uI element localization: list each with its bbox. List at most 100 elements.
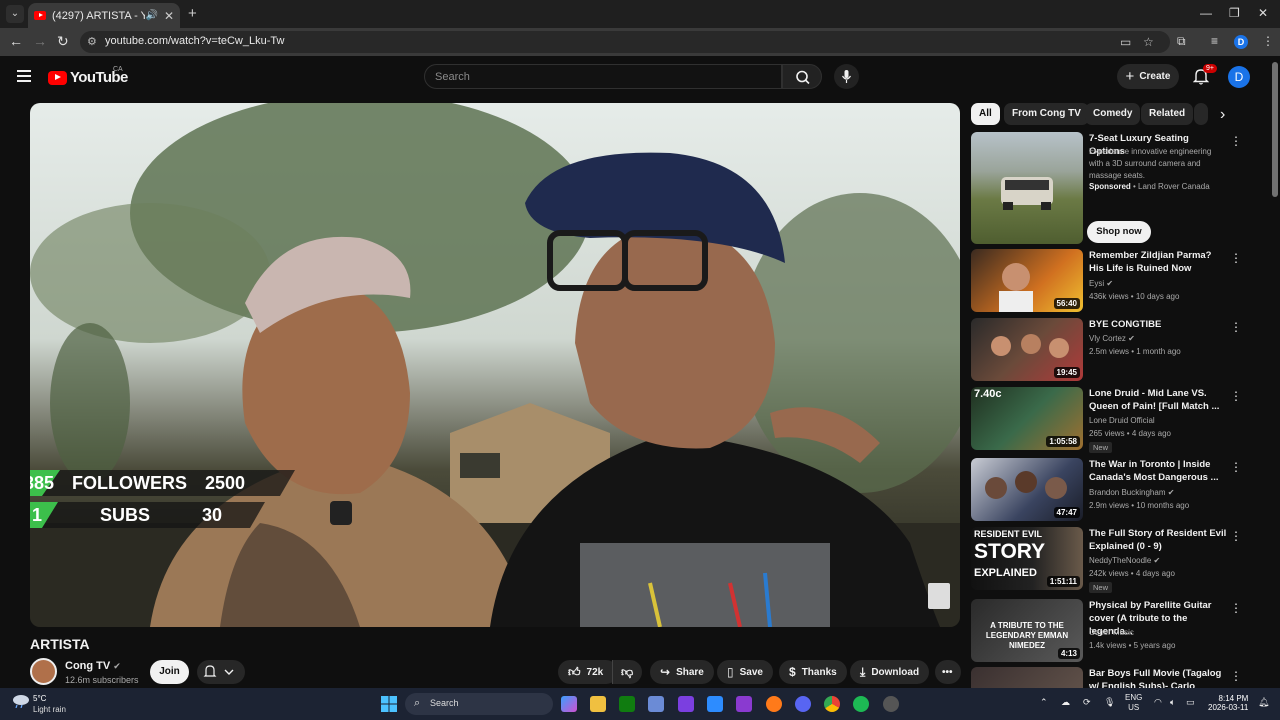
download-button[interactable]: ⤓ Download bbox=[850, 660, 930, 684]
firefox-icon[interactable] bbox=[766, 696, 782, 712]
chip-comedy[interactable]: Comedy bbox=[1085, 103, 1141, 125]
video-thumbnail[interactable] bbox=[971, 667, 1083, 688]
chrome-icon[interactable] bbox=[824, 696, 840, 712]
notification-center-icon[interactable]: 🔔︎ bbox=[1258, 697, 1269, 708]
proton-icon[interactable] bbox=[736, 696, 752, 712]
channel-name-text[interactable]: NeddyTheNoodle bbox=[1089, 556, 1151, 565]
video-title-link[interactable]: The War in Toronto | Inside Canada's Mos… bbox=[1089, 458, 1227, 484]
tray-app-icon[interactable]: ⟳ bbox=[1083, 697, 1091, 708]
voice-search-button[interactable] bbox=[834, 64, 859, 89]
media-controls-icon[interactable]: ≡ bbox=[1211, 34, 1218, 48]
video-thumbnail[interactable]: 47:47 bbox=[971, 458, 1083, 521]
tab-search-icon[interactable]: ⌄ bbox=[6, 5, 24, 23]
audio-playing-icon[interactable]: 🔊 bbox=[145, 10, 157, 21]
clock[interactable]: 8:14 PM 2026-03-11 bbox=[1208, 694, 1248, 712]
windows-start-icon[interactable] bbox=[381, 696, 397, 712]
more-vert-icon[interactable]: ⋮ bbox=[1230, 601, 1242, 615]
wifi-icon[interactable]: ◠ bbox=[1154, 697, 1162, 708]
cast-icon[interactable]: ▭ bbox=[1120, 35, 1131, 49]
channel-link[interactable]: Lone Druid Official bbox=[1089, 416, 1155, 425]
minimize-icon[interactable]: — bbox=[1200, 6, 1212, 20]
channel-name-text[interactable]: Brandon Buckingham bbox=[1089, 488, 1166, 497]
channel-link[interactable]: Vly Cortez ✔ bbox=[1089, 334, 1135, 343]
save-button[interactable]: ▯ Save bbox=[717, 660, 773, 684]
more-vert-icon[interactable]: ⋮ bbox=[1230, 529, 1242, 543]
video-title-link[interactable]: Remember Zildjian Parma? His Life is Rui… bbox=[1089, 249, 1227, 275]
discord-icon[interactable] bbox=[795, 696, 811, 712]
weather-temp[interactable]: 5°C bbox=[33, 694, 46, 703]
weather-desc[interactable]: Light rain bbox=[33, 705, 66, 714]
list-item[interactable]: A TRIBUTE TO THE LEGENDARY EMMAN NIMEDEZ… bbox=[971, 599, 1271, 664]
new-tab-icon[interactable]: + bbox=[188, 5, 197, 22]
channel-watermark[interactable] bbox=[928, 583, 950, 609]
youtube-logo[interactable]: YouTube CA bbox=[48, 66, 128, 86]
weather-rain-icon[interactable] bbox=[12, 694, 30, 708]
page-scrollbar[interactable] bbox=[1272, 62, 1278, 197]
close-tab-icon[interactable]: ✕ bbox=[164, 9, 174, 23]
channel-name-text[interactable]: Eysi bbox=[1089, 279, 1104, 288]
site-info-icon[interactable]: ⚙ bbox=[87, 35, 97, 48]
video-thumbnail[interactable]: A TRIBUTE TO THE LEGENDARY EMMAN NIMEDEZ… bbox=[971, 599, 1083, 662]
forward-icon[interactable]: → bbox=[33, 33, 47, 49]
xbox-icon[interactable] bbox=[619, 696, 635, 712]
video-thumbnail[interactable]: RESIDENT EVIL STORY EXPLAINED 1:51:11 bbox=[971, 527, 1083, 590]
dislike-button[interactable]: 👎︎ bbox=[612, 660, 642, 684]
video-player[interactable]: 385 FOLLOWERS 2500 1 SUBS 30 bbox=[30, 103, 960, 627]
battery-icon[interactable]: ▭ bbox=[1186, 697, 1195, 708]
spotify-icon[interactable] bbox=[853, 696, 869, 712]
browser-profile-avatar[interactable]: D bbox=[1234, 35, 1248, 49]
list-item[interactable]: 19:45 BYE CONGTIBE Vly Cortez ✔ 2.5m vie… bbox=[971, 318, 1271, 383]
tray-app-icon[interactable]: ☁ bbox=[1061, 697, 1070, 708]
channel-link[interactable]: Ozner Music bbox=[1089, 628, 1134, 637]
create-button[interactable]: + Create bbox=[1117, 64, 1179, 89]
search-input[interactable] bbox=[425, 65, 781, 88]
video-title-link[interactable]: Lone Druid - Mid Lane VS. Queen of Pain!… bbox=[1089, 387, 1227, 413]
chip-from-cong-tv[interactable]: From Cong TV bbox=[1004, 103, 1089, 125]
list-item[interactable]: 47:47 The War in Toronto | Inside Canada… bbox=[971, 458, 1271, 523]
ad-thumbnail[interactable] bbox=[971, 132, 1083, 244]
copilot-icon[interactable] bbox=[561, 696, 577, 712]
like-button[interactable]: 👍︎ 72k bbox=[558, 660, 618, 684]
ad-item[interactable]: 7-Seat Luxury Seating Options Experience… bbox=[971, 132, 1271, 247]
url-text[interactable]: youtube.com/watch?v=teCw_Lku-Tw bbox=[105, 35, 284, 47]
steam-icon[interactable] bbox=[883, 696, 899, 712]
list-item[interactable]: 56:40 Remember Zildjian Parma? His Life … bbox=[971, 249, 1271, 314]
video-thumbnail[interactable]: 19:45 bbox=[971, 318, 1083, 381]
channel-link[interactable]: NeddyTheNoodle ✔ bbox=[1089, 556, 1160, 565]
more-vert-icon[interactable]: ⋮ bbox=[1230, 389, 1242, 403]
file-explorer-icon[interactable] bbox=[590, 696, 606, 712]
video-thumbnail[interactable]: 7.40c 1:05:58 bbox=[971, 387, 1083, 450]
subscription-bell-button[interactable] bbox=[197, 660, 245, 684]
list-item[interactable]: RESIDENT EVIL STORY EXPLAINED 1:51:11 Th… bbox=[971, 527, 1271, 593]
address-bar[interactable]: ⚙ youtube.com/watch?v=teCw_Lku-Tw ▭ ☆ bbox=[80, 31, 1170, 53]
search-box[interactable] bbox=[424, 64, 782, 89]
input-language[interactable]: ENG US bbox=[1125, 693, 1142, 713]
channel-link[interactable]: Eysi ✔ bbox=[1089, 279, 1113, 288]
more-vert-icon[interactable]: ⋮ bbox=[1230, 251, 1242, 265]
video-title-link[interactable]: The Full Story of Resident Evil Explaine… bbox=[1089, 527, 1227, 553]
channel-name[interactable]: Cong TV ✔ bbox=[65, 660, 121, 672]
store-icon[interactable] bbox=[648, 696, 664, 712]
account-avatar[interactable]: D bbox=[1228, 66, 1250, 88]
taskbar-search[interactable]: ⌕ Search bbox=[405, 693, 553, 715]
channel-name-text[interactable]: Cong TV bbox=[65, 660, 110, 672]
video-title-link[interactable]: Bar Boys Full Movie (Tagalog w/ English … bbox=[1089, 667, 1227, 688]
list-item[interactable]: 7.40c 1:05:58 Lone Druid - Mid Lane VS. … bbox=[971, 387, 1271, 453]
bookmark-star-icon[interactable]: ☆ bbox=[1143, 35, 1154, 49]
video-title-link[interactable]: BYE CONGTIBE bbox=[1089, 318, 1227, 331]
more-actions-button[interactable]: ••• bbox=[935, 660, 961, 684]
chevron-right-icon[interactable]: › bbox=[1220, 106, 1225, 124]
chip-all[interactable]: All bbox=[971, 103, 1000, 125]
tray-overflow-icon[interactable]: ⌃ bbox=[1040, 697, 1048, 708]
reload-icon[interactable]: ↻ bbox=[57, 33, 69, 50]
more-vert-icon[interactable]: ⋮ bbox=[1230, 460, 1242, 474]
extensions-icon[interactable]: ⧉ bbox=[1177, 34, 1186, 49]
channel-avatar[interactable] bbox=[30, 658, 57, 685]
more-vert-icon[interactable]: ⋮ bbox=[1230, 134, 1242, 148]
notion-icon[interactable] bbox=[678, 696, 694, 712]
share-button[interactable]: ↪ Share bbox=[650, 660, 714, 684]
tray-mic-icon[interactable]: 🎙︎ bbox=[1104, 697, 1115, 708]
search-button[interactable] bbox=[782, 64, 822, 89]
close-window-icon[interactable]: ✕ bbox=[1258, 6, 1268, 20]
back-icon[interactable]: ← bbox=[9, 33, 23, 49]
